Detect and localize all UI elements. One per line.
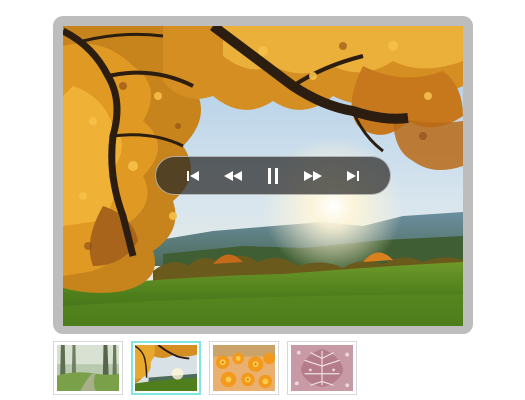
rewind-icon[interactable] [219, 162, 247, 190]
thumbnail-forest-path[interactable] [53, 341, 123, 395]
thumbnail-strip [53, 341, 357, 397]
thumbnail-orange-flowers[interactable] [209, 341, 279, 395]
thumbnail-frosted-leaf[interactable] [287, 341, 357, 395]
slideshow-widget [0, 0, 525, 400]
fast-forward-icon[interactable] [299, 162, 327, 190]
thumbnail-autumn-tree[interactable] [131, 341, 201, 395]
slideshow-frame [53, 16, 473, 334]
autumn-tree-thumbnail-image [135, 345, 197, 391]
skip-to-first-icon[interactable] [179, 162, 207, 190]
current-slide-image[interactable] [63, 26, 463, 326]
skip-to-last-icon[interactable] [339, 162, 367, 190]
playback-controls-bar [155, 156, 391, 195]
pause-icon[interactable] [259, 162, 287, 190]
frosted-leaf-thumbnail-image [291, 345, 353, 391]
forest-path-thumbnail-image [57, 345, 119, 391]
orange-flowers-thumbnail-image [213, 345, 275, 391]
